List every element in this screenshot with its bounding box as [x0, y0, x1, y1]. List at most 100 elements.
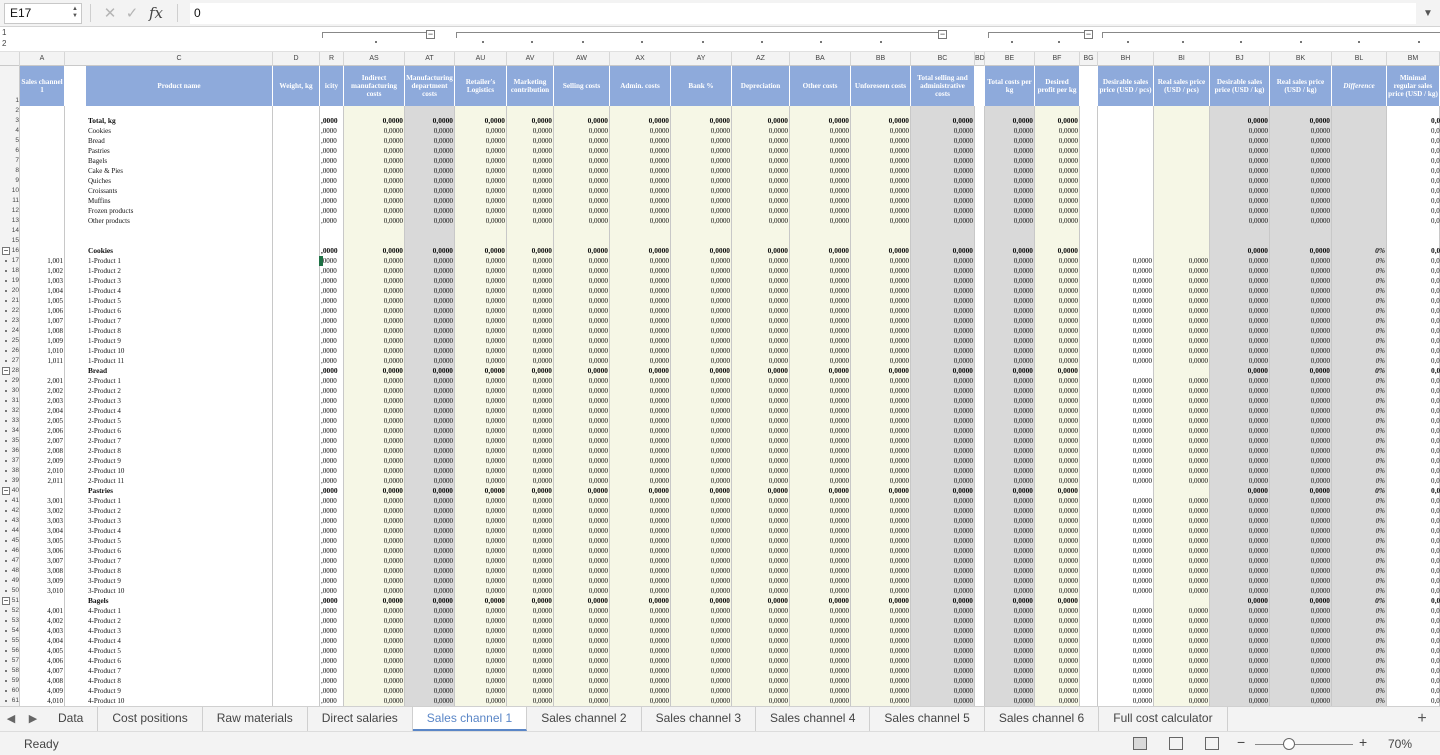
header-cell-bm[interactable]: Minimal regular sales price (USD / kg) — [1387, 66, 1440, 106]
value-cell-bj[interactable]: 0,0000 — [1210, 356, 1270, 366]
value-cell-bb[interactable]: 0,0000 — [851, 636, 911, 646]
value-cell-av[interactable]: 0,0000 — [507, 686, 554, 696]
value-cell-bj[interactable]: 0,0000 — [1210, 566, 1270, 576]
header-cell-ay[interactable]: Bank % — [671, 66, 732, 106]
value-cell-au[interactable]: 0,0000 — [455, 566, 507, 576]
row-header[interactable]: 61 — [10, 696, 20, 706]
difference-cell[interactable]: 0% — [1332, 516, 1387, 526]
value-cell-az[interactable]: 0,0000 — [732, 206, 790, 216]
value-cell-ax[interactable]: 0,0000 — [610, 476, 671, 486]
value-cell-r[interactable]: ,0000 — [320, 196, 344, 206]
price-cell-bi[interactable]: 0,0000 — [1154, 376, 1210, 386]
value-cell-ax[interactable]: 0,0000 — [610, 636, 671, 646]
value-cell-r[interactable]: ,0000 — [320, 316, 344, 326]
value-cell-ba[interactable]: 0,0000 — [790, 516, 851, 526]
value-cell-bj[interactable]: 0,0000 — [1210, 606, 1270, 616]
value-cell-at[interactable]: 0,0000 — [405, 576, 455, 586]
price-cell-bi[interactable]: 0,0000 — [1154, 266, 1210, 276]
value-cell-r[interactable]: ,0000 — [320, 126, 344, 136]
value-cell-bk[interactable]: 0,0000 — [1270, 416, 1332, 426]
value-cell-as[interactable]: 0,0000 — [344, 486, 405, 496]
price-cell-bi[interactable]: 0,0000 — [1154, 476, 1210, 486]
value-cell-au[interactable]: 0,0000 — [455, 196, 507, 206]
value-cell-at[interactable]: 0,0000 — [405, 556, 455, 566]
price-cell-bh[interactable]: 0,0000 — [1098, 616, 1154, 626]
value-cell-az[interactable]: 0,0000 — [732, 446, 790, 456]
value-cell-bf[interactable]: 0,0000 — [1035, 296, 1080, 306]
value-cell-bf[interactable]: 0,0000 — [1035, 186, 1080, 196]
value-cell-r[interactable]: ,0000 — [320, 146, 344, 156]
value-cell-bf[interactable]: 0,0000 — [1035, 376, 1080, 386]
value-cell-az[interactable]: 0,0000 — [732, 456, 790, 466]
row-header[interactable]: 4 — [10, 126, 20, 136]
value-cell-bf[interactable]: 0,0000 — [1035, 386, 1080, 396]
value-cell-at[interactable]: 0,0000 — [405, 326, 455, 336]
product-name-cell[interactable]: 2-Product 4 — [86, 406, 273, 416]
value-cell-av[interactable]: 0,0000 — [507, 606, 554, 616]
value-cell-bj[interactable]: 0,0000 — [1210, 216, 1270, 226]
value-cell-r[interactable]: ,0000 — [320, 456, 344, 466]
value-cell-bb[interactable]: 0,0000 — [851, 576, 911, 586]
value-cell-bj[interactable]: 0,0000 — [1210, 306, 1270, 316]
value-cell-bj[interactable]: 0,0000 — [1210, 416, 1270, 426]
value-cell-av[interactable]: 0,0000 — [507, 526, 554, 536]
value-cell-be[interactable]: 0,0000 — [985, 406, 1035, 416]
value-cell-ba[interactable]: 0,0000 — [790, 326, 851, 336]
value-cell-ba[interactable]: 0,0000 — [790, 376, 851, 386]
name-box-stepper-icon[interactable]: ▲ ▼ — [72, 6, 78, 20]
value-cell-bm[interactable]: 0,00 — [1387, 296, 1440, 306]
value-cell-aw[interactable]: 0,0000 — [554, 266, 610, 276]
tab-sales-channel-3[interactable]: Sales channel 3 — [642, 707, 757, 731]
value-cell-aw[interactable]: 0,0000 — [554, 316, 610, 326]
value-cell-ay[interactable]: 0,0000 — [671, 166, 732, 176]
value-cell-au[interactable]: 0,0000 — [455, 416, 507, 426]
price-cell-bi[interactable]: 0,0000 — [1154, 386, 1210, 396]
value-cell-bm[interactable]: 0,00 — [1387, 436, 1440, 446]
tab-cost-positions[interactable]: Cost positions — [98, 707, 203, 731]
value-cell-aw[interactable]: 0,0000 — [554, 586, 610, 596]
value-cell-bb[interactable]: 0,0000 — [851, 316, 911, 326]
value-cell-az[interactable]: 0,0000 — [732, 636, 790, 646]
difference-cell[interactable]: 0% — [1332, 396, 1387, 406]
value-cell-ba[interactable]: 0,0000 — [790, 186, 851, 196]
value-cell-bb[interactable]: 0,0000 — [851, 216, 911, 226]
value-cell-be[interactable]: 0,0000 — [985, 586, 1035, 596]
value-cell-as[interactable]: 0,0000 — [344, 286, 405, 296]
value-cell-bk[interactable]: 0,0000 — [1270, 136, 1332, 146]
value-cell-av[interactable]: 0,0000 — [507, 586, 554, 596]
value-cell-r[interactable]: ,0000 — [320, 346, 344, 356]
product-name-cell[interactable]: 1-Product 7 — [86, 316, 273, 326]
price-cell-bi[interactable]: 0,0000 — [1154, 696, 1210, 706]
value-cell-bj[interactable]: 0,0000 — [1210, 456, 1270, 466]
price-cell-bi[interactable]: 0,0000 — [1154, 506, 1210, 516]
value-cell-as[interactable]: 0,0000 — [344, 256, 405, 266]
value-cell-aw[interactable]: 0,0000 — [554, 416, 610, 426]
value-cell-bb[interactable]: 0,0000 — [851, 616, 911, 626]
value-cell-ba[interactable]: 0,0000 — [790, 426, 851, 436]
value-cell-r[interactable]: ,0000 — [320, 526, 344, 536]
value-cell-be[interactable]: 0,0000 — [985, 636, 1035, 646]
tab-full-cost-calculator[interactable]: Full cost calculator — [1099, 707, 1228, 731]
difference-cell[interactable]: 0% — [1332, 606, 1387, 616]
value-cell-av[interactable]: 0,0000 — [507, 246, 554, 256]
row-header[interactable]: 59 — [10, 676, 20, 686]
difference-cell[interactable]: 0% — [1332, 566, 1387, 576]
row-header[interactable]: 20 — [10, 286, 20, 296]
value-cell-bc[interactable]: 0,0000 — [911, 376, 975, 386]
value-cell-at[interactable]: 0,0000 — [405, 356, 455, 366]
row-header[interactable]: 53 — [10, 616, 20, 626]
value-cell-ba[interactable]: 0,0000 — [790, 166, 851, 176]
product-name-cell[interactable]: 2-Product 3 — [86, 396, 273, 406]
value-cell-av[interactable]: 0,0000 — [507, 696, 554, 706]
value-cell-as[interactable]: 0,0000 — [344, 496, 405, 506]
value-cell-ba[interactable]: 0,0000 — [790, 116, 851, 126]
product-id-cell[interactable]: 2,008 — [20, 446, 65, 456]
value-cell-ay[interactable]: 0,0000 — [671, 476, 732, 486]
value-cell-bb[interactable]: 0,0000 — [851, 536, 911, 546]
row-header[interactable]: 18 — [10, 266, 20, 276]
value-cell-at[interactable]: 0,0000 — [405, 636, 455, 646]
value-cell-av[interactable]: 0,0000 — [507, 136, 554, 146]
value-cell-as[interactable]: 0,0000 — [344, 196, 405, 206]
value-cell-as[interactable]: 0,0000 — [344, 556, 405, 566]
value-cell-bk[interactable]: 0,0000 — [1270, 586, 1332, 596]
